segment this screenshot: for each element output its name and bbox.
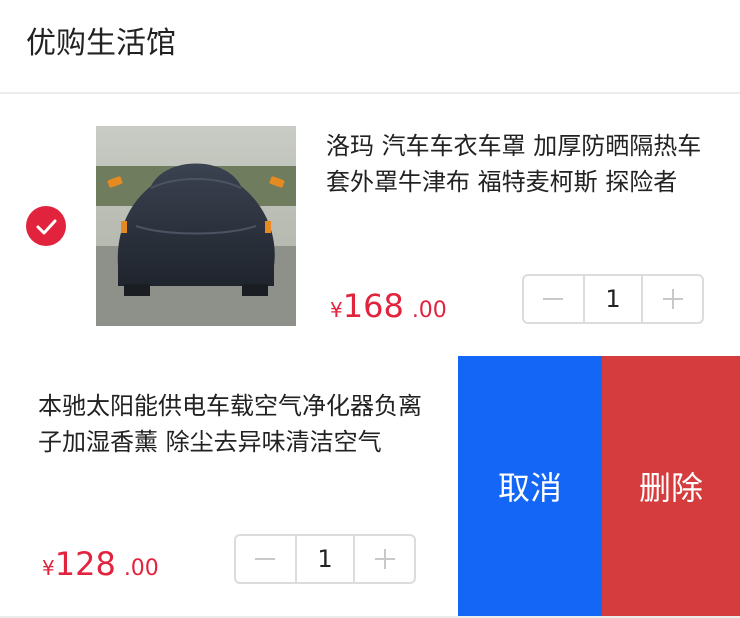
check-icon [36,219,57,235]
quantity-plus-button[interactable] [643,276,702,322]
delete-button[interactable]: 删除 [602,356,740,616]
price-currency: ¥ [42,556,55,580]
product-image[interactable] [96,126,296,326]
shop-name[interactable]: 优购生活馆 [26,24,176,64]
item-checkbox[interactable] [26,206,66,246]
price-integer: 128 [54,545,116,583]
product-title[interactable]: 洛玛 汽车车衣车罩 加厚防晒隔热车套外罩牛津布 福特麦柯斯 探险者 [326,128,712,200]
quantity-value[interactable]: 1 [294,536,356,582]
price-decimal: .00 [411,298,447,323]
cart-page: 优购生活馆 洛玛 汽车车衣车罩 加厚防晒隔热车套外罩牛津布 福特麦柯斯 探险者 … [0,0,740,618]
quantity-stepper: 1 [234,534,416,584]
quantity-minus-button[interactable] [236,536,295,582]
quantity-stepper: 1 [522,274,704,324]
plus-icon [374,549,395,569]
minus-icon [255,558,276,560]
price-decimal: .00 [123,556,159,581]
quantity-plus-button[interactable] [355,536,414,582]
product-title[interactable]: 本驰太阳能供电车载空气净化器负离子加湿香薰 除尘去异味清洁空气 [38,388,442,460]
price-integer: 168 [342,287,404,325]
cart-item: 洛玛 汽车车衣车罩 加厚防晒隔热车套外罩牛津布 福特麦柯斯 探险者 ¥168 .0… [0,94,740,356]
cart-item-swiped: 本驰太阳能供电车载空气净化器负离子加湿香薰 除尘去异味清洁空气 ¥128.00 … [0,356,740,616]
plus-icon [662,289,683,309]
price-currency: ¥ [330,298,343,322]
quantity-minus-button[interactable] [524,276,583,322]
shop-header: 优购生活馆 [0,0,740,94]
quantity-value[interactable]: 1 [582,276,644,322]
product-price: ¥168 .00 [330,286,447,332]
cancel-button[interactable]: 取消 [458,356,602,616]
minus-icon [543,298,564,300]
product-price: ¥128 .00 [42,544,159,590]
car-cover-photo [96,126,296,326]
